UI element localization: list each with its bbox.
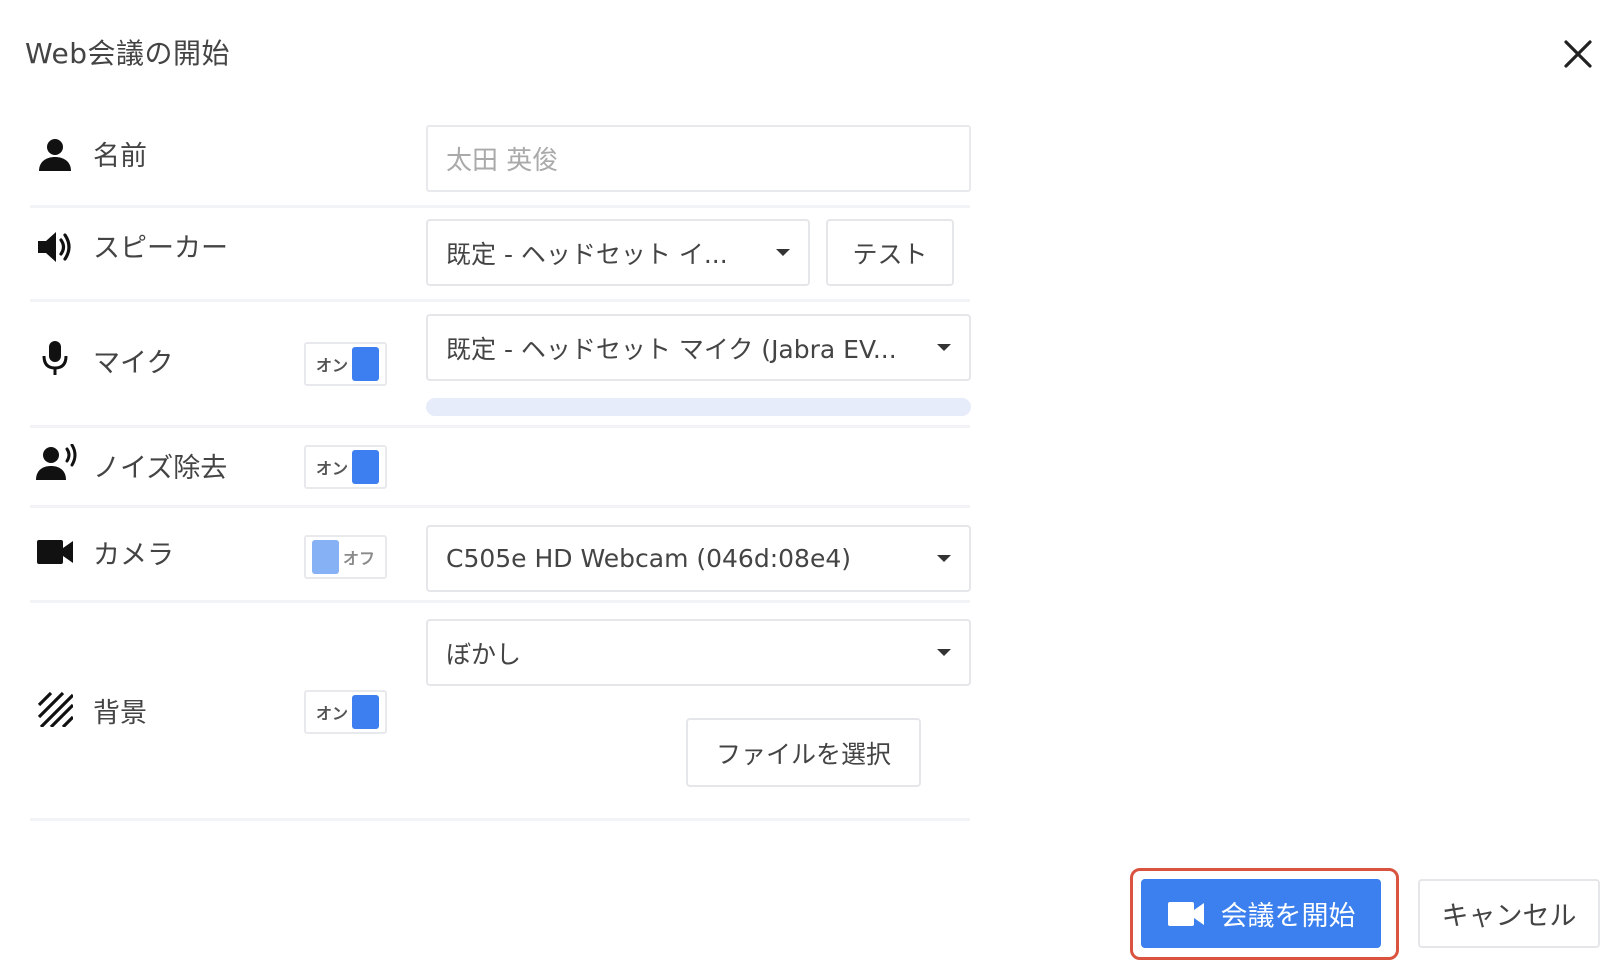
row-divider [30, 600, 970, 603]
video-camera-icon [36, 533, 74, 571]
speaker-test-button[interactable]: テスト [826, 219, 954, 286]
mic-select[interactable]: 既定 - ヘッドセット マイク (Jabra EV... [426, 314, 971, 381]
toggle-knob [312, 540, 339, 574]
close-button[interactable] [1558, 34, 1598, 74]
background-toggle-label: オン [315, 704, 348, 723]
camera-toggle[interactable]: オフ [304, 535, 387, 579]
chevron-down-icon [937, 649, 951, 656]
background-select-value: ぼかし [446, 639, 522, 669]
name-label: 名前 [93, 141, 147, 172]
name-input[interactable] [426, 125, 971, 192]
mic-level-meter [426, 398, 971, 416]
chevron-down-icon [776, 249, 790, 256]
background-label: 背景 [93, 698, 147, 729]
speaker-select-value: 既定 - ヘッドセット イ... [446, 239, 728, 269]
mic-label: マイク [93, 348, 174, 379]
camera-label: カメラ [93, 540, 174, 571]
video-camera-icon [1167, 901, 1204, 926]
toggle-knob [352, 450, 379, 484]
choose-file-button[interactable]: ファイルを選択 [686, 718, 921, 787]
noise-toggle[interactable]: オン [304, 445, 387, 489]
row-divider [30, 425, 970, 428]
chevron-down-icon [937, 555, 951, 562]
noise-toggle-label: オン [315, 459, 348, 478]
camera-toggle-label: オフ [342, 549, 375, 568]
row-divider [30, 299, 970, 302]
row-divider [30, 818, 970, 821]
cancel-button[interactable]: キャンセル [1418, 879, 1600, 948]
dialog-title: Web会議の開始 [25, 37, 231, 70]
speaker-label: スピーカー [93, 233, 228, 264]
noise-label: ノイズ除去 [93, 453, 228, 484]
row-divider [30, 505, 970, 508]
background-select[interactable]: ぼかし [426, 619, 971, 686]
camera-select[interactable]: C505e HD Webcam (046d:08e4) [426, 525, 971, 592]
toggle-knob [352, 347, 379, 381]
mic-select-value: 既定 - ヘッドセット マイク (Jabra EV... [446, 334, 897, 364]
speaker-select[interactable]: 既定 - ヘッドセット イ... [426, 219, 810, 286]
close-icon [1564, 40, 1592, 68]
background-toggle[interactable]: オン [304, 690, 387, 734]
row-divider [30, 205, 970, 208]
person-icon [36, 136, 74, 174]
microphone-icon [36, 339, 74, 377]
toggle-knob [352, 695, 379, 729]
speaker-icon [36, 228, 74, 266]
chevron-down-icon [937, 344, 951, 351]
diagonal-lines-icon [36, 690, 74, 728]
voice-user-icon [36, 444, 80, 482]
start-meeting-button[interactable]: 会議を開始 [1141, 879, 1381, 948]
mic-toggle-label: オン [315, 356, 348, 375]
mic-toggle[interactable]: オン [304, 342, 387, 386]
camera-select-value: C505e HD Webcam (046d:08e4) [446, 544, 851, 573]
start-meeting-label: 会議を開始 [1220, 901, 1356, 932]
